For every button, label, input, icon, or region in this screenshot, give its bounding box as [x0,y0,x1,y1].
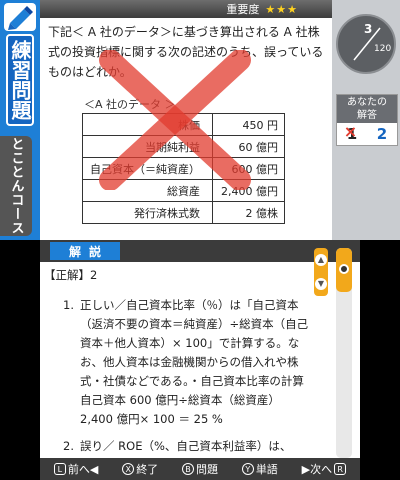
item-number: 2. [63,439,74,453]
your-answer-box: あなたの 解答 1 × 2 [336,94,398,146]
explanation-body[interactable]: 【正解】2 1. 正しい／自己資本比率（％）は「自己資本（返済不要の資本＝純資産）… [44,266,312,464]
question-button[interactable]: B 問題 [182,461,218,477]
importance-bar: 重要度 ★★★ [40,0,332,18]
button-key-r-icon: R [334,463,347,475]
pencil-book-icon [4,3,36,31]
button-key-y-icon: Y [241,463,254,475]
your-answer-label: あなたの 解答 [337,95,397,123]
data-value: 60 億円 [212,135,285,158]
data-table-row: 株価 450 円 [82,113,285,136]
item-text: 正しい／自己資本比率（％）は「自己資本（返済不要の資本＝純資産）÷総資本（自己資… [80,298,309,426]
button-key-l-icon: L [53,463,66,475]
data-value: 2 億株 [212,201,285,224]
correct-answer: 2 [376,125,388,143]
button-label: 問題 [196,463,218,476]
data-key: 当期純利益 [82,135,213,158]
data-table-row: 当期純利益 60 億円 [82,135,285,158]
explanation-item: 1. 正しい／自己資本比率（％）は「自己資本（返済不要の資本＝純資産）÷総資本（自… [44,296,312,429]
counter-current: 3 [364,22,373,36]
button-label: 終了 [136,463,159,476]
button-label: 前へ◀ [67,463,99,476]
bottom-screen: 解説 【正解】2 1. 正しい／自己資本比率（％）は「自己資本（返済不要の資本＝純… [40,240,360,480]
data-table-row: 自己資本（＝純資産） 600 億円 [82,157,285,180]
bottom-toolbar: L 前へ◀ X 終了 B 問題 Y 単語 ▶次へ R [40,458,360,480]
scrollbar-thumb[interactable] [336,248,352,292]
explanation-item: 2. 誤り／ ROE（%、自己資本利益率）は、 [44,437,312,456]
scroll-up-button[interactable]: ▲ [315,254,327,266]
data-key: 総資産 [82,179,213,202]
data-table-row: 総資産 2,400 億円 [82,179,285,202]
next-button[interactable]: ▶次へ R [301,461,347,477]
data-value: 600 億円 [212,157,285,180]
data-key: 自己資本（＝純資産） [82,157,213,180]
scroll-buttons: ▲ ▼ [314,248,328,296]
button-label: 単語 [255,463,278,476]
explanation-header: 解説 [40,240,360,262]
vocab-button[interactable]: Y 単語 [241,461,278,477]
explanation-title: 解説 [50,242,120,260]
data-table-row: 発行済株式数 2 億株 [82,201,285,224]
mode-title: 練習問題 [6,34,34,126]
scroll-grip-icon [339,264,349,274]
data-value: 450 円 [212,113,285,136]
data-key: 発行済株式数 [82,201,213,224]
button-label: ▶次へ [301,463,333,476]
prev-button[interactable]: L 前へ◀ [53,461,99,477]
scroll-down-button[interactable]: ▼ [315,278,327,290]
question-text: 下記＜ A 社のデータ＞に基づき算出される A 社株式の投資指標に関する次の記述… [48,25,324,79]
button-key-x-icon: X [122,463,135,475]
correct-answer-line: 【正解】2 [44,268,98,282]
item-text: 誤り／ ROE（%、自己資本利益率）は、 [80,439,292,453]
item-number: 1. [63,298,74,312]
data-value: 2,400 億円 [212,179,285,202]
data-key: 株価 [82,113,213,136]
importance-label: 重要度 [226,3,260,16]
counter-total: 120 [374,44,392,54]
user-answer: 1 × [343,122,358,143]
importance-stars: ★★★ [265,2,298,16]
exit-button[interactable]: X 終了 [122,461,158,477]
company-data-table: 株価 450 円当期純利益 60 億円 自己資本（＝純資産） 600 億円 総資産 2,40… [82,113,285,224]
button-key-b-icon: B [182,463,194,475]
wrong-mark-icon: × [343,122,358,141]
data-caption: ＜A 社のデータ ＞ [84,98,176,111]
course-tab[interactable]: とことんコース [0,136,32,236]
top-screen: 練習問題 とことんコース 重要度 ★★★ 下記＜ A 社のデータ＞に基づき算出さ… [0,0,400,240]
